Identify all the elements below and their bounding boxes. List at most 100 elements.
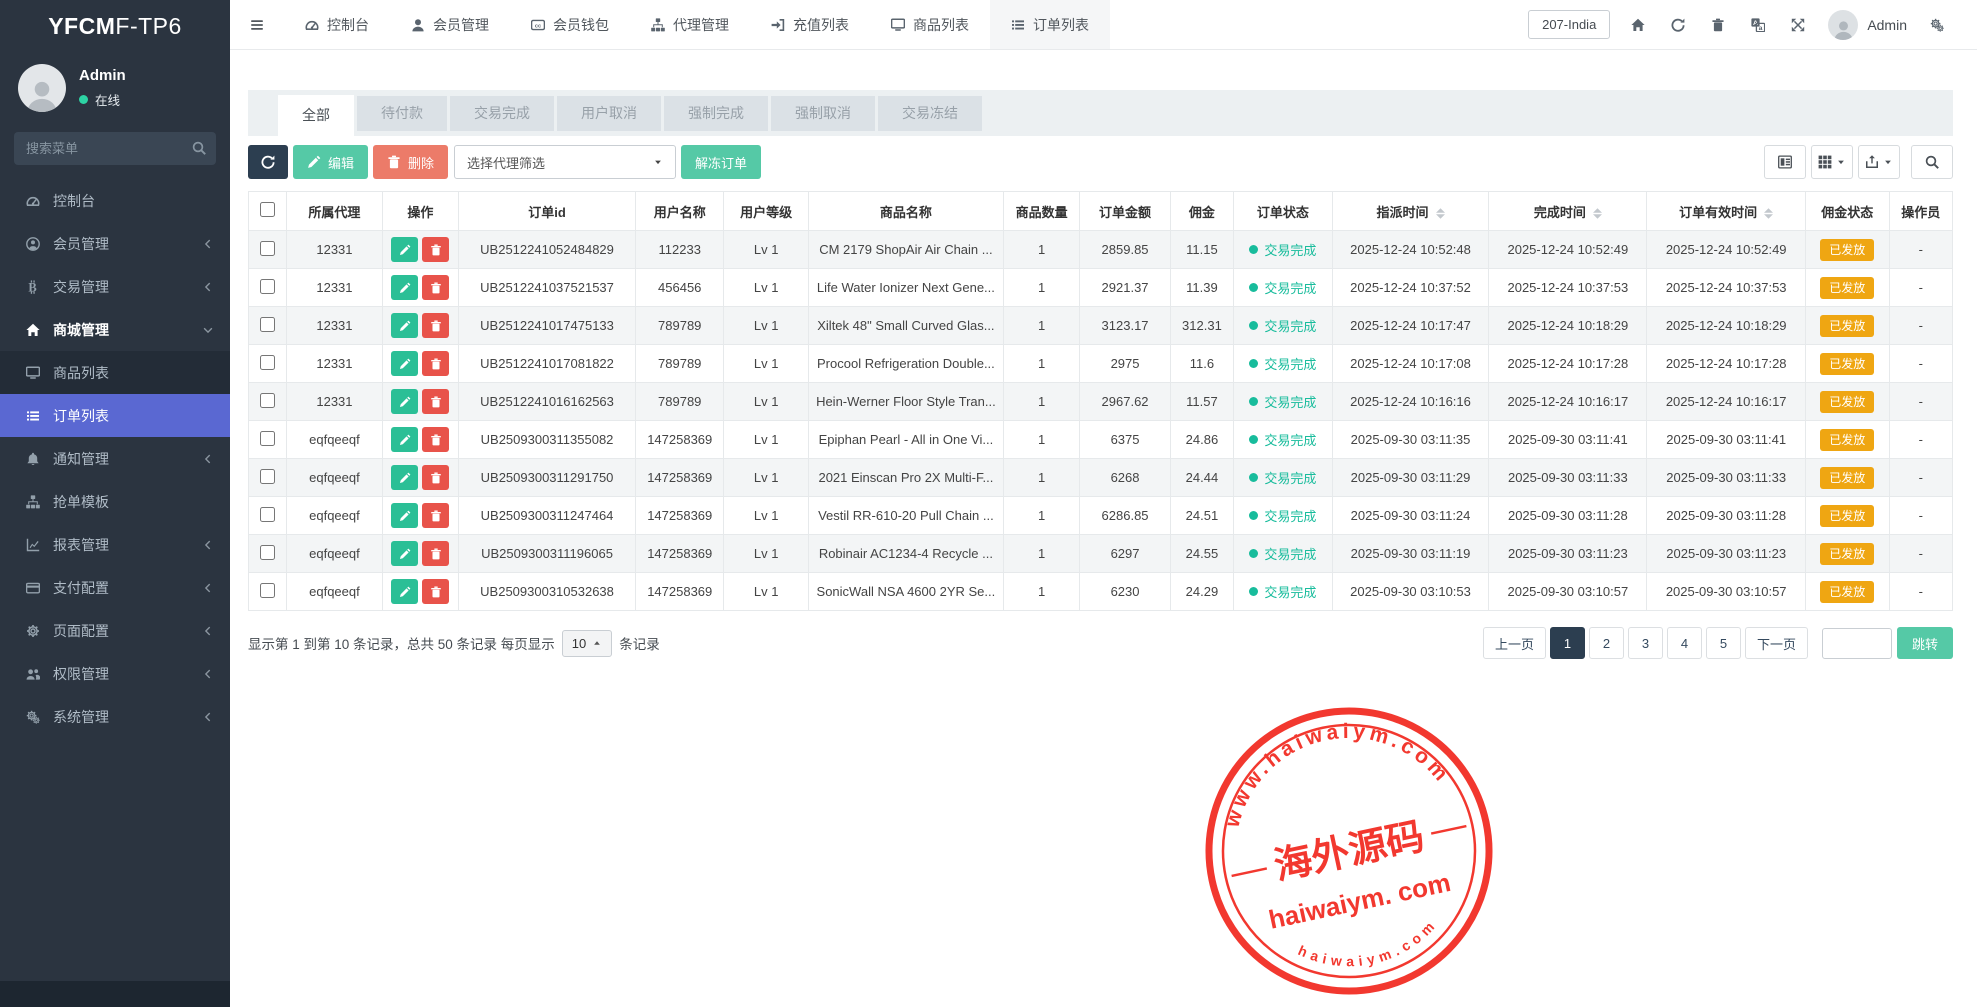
language-button[interactable]: Aa — [1738, 0, 1778, 49]
row-edit-button[interactable] — [391, 389, 418, 414]
topnav-item-order-list[interactable]: 订单列表 — [990, 0, 1110, 49]
row-edit-button[interactable] — [391, 579, 418, 604]
page-size-select[interactable]: 10 — [562, 630, 612, 657]
sidebar-item-mall-mgmt[interactable]: 商城管理 — [0, 308, 230, 351]
topnav-item-recharge-list[interactable]: 充值列表 — [750, 0, 870, 49]
row-checkbox[interactable] — [260, 279, 275, 294]
sidebar-item-order-list[interactable]: 订单列表 — [0, 394, 230, 437]
row-edit-button[interactable] — [391, 503, 418, 528]
unfreeze-button-label: 解冻订单 — [695, 153, 747, 172]
column-header-valid_at[interactable]: 订单有效时间 — [1647, 192, 1806, 231]
user-menu[interactable]: Admin — [1818, 10, 1917, 40]
prev-page-button[interactable]: 上一页 — [1483, 627, 1546, 659]
row-checkbox[interactable] — [260, 393, 275, 408]
toggle-view-button[interactable] — [1764, 145, 1806, 179]
row-delete-button[interactable] — [422, 541, 449, 566]
row-edit-button[interactable] — [391, 541, 418, 566]
agent-filter-select[interactable]: 选择代理筛选 — [454, 145, 676, 179]
tab-user-cancel[interactable]: 用户取消 — [557, 96, 661, 131]
cell-order_id: UB2509300311355082 — [459, 421, 636, 459]
topnav-item-member-wallet[interactable]: cc会员钱包 — [510, 0, 630, 49]
sidebar-search-input[interactable] — [14, 132, 216, 165]
settings-button[interactable] — [1917, 0, 1957, 49]
export-button[interactable] — [1858, 145, 1900, 179]
tab-force-complete[interactable]: 强制完成 — [664, 96, 768, 131]
row-delete-button[interactable] — [422, 275, 449, 300]
sidebar-toggle-button[interactable] — [230, 0, 284, 49]
row-checkbox[interactable] — [260, 507, 275, 522]
row-checkbox[interactable] — [260, 355, 275, 370]
page-button-5[interactable]: 5 — [1706, 627, 1741, 659]
topnav-item-product-list[interactable]: 商品列表 — [870, 0, 990, 49]
sidebar-item-report-mgmt[interactable]: 报表管理 — [0, 523, 230, 566]
row-edit-button[interactable] — [391, 465, 418, 490]
topnav-item-console[interactable]: 控制台 — [284, 0, 390, 49]
chevron-down-icon — [202, 324, 214, 336]
sidebar-item-trade-mgmt[interactable]: B交易管理 — [0, 265, 230, 308]
cell-product: SonicWall NSA 4600 2YR Se... — [808, 573, 1003, 611]
edit-button[interactable]: 编辑 — [293, 145, 368, 179]
row-delete-button[interactable] — [422, 427, 449, 452]
row-checkbox[interactable] — [260, 545, 275, 560]
sidebar-item-permission-mgmt[interactable]: 权限管理 — [0, 652, 230, 695]
row-edit-button[interactable] — [391, 313, 418, 338]
refresh-button[interactable] — [1658, 0, 1698, 49]
row-checkbox[interactable] — [260, 583, 275, 598]
row-checkbox[interactable] — [260, 241, 275, 256]
refresh-table-button[interactable] — [248, 145, 288, 179]
tab-trade-complete[interactable]: 交易完成 — [450, 96, 554, 131]
jump-page-input[interactable] — [1822, 628, 1892, 659]
tab-pending-payment[interactable]: 待付款 — [357, 96, 447, 131]
row-delete-button[interactable] — [422, 351, 449, 376]
cell-order_id: UB2509300311291750 — [459, 459, 636, 497]
column-header-assigned_at[interactable]: 指派时间 — [1332, 192, 1489, 231]
topnav-item-member-mgmt[interactable]: 会员管理 — [390, 0, 510, 49]
jump-button[interactable]: 跳转 — [1897, 627, 1953, 659]
select-all-checkbox[interactable] — [260, 202, 275, 217]
next-page-button[interactable]: 下一页 — [1745, 627, 1808, 659]
table-search-button[interactable] — [1911, 145, 1953, 179]
row-delete-button[interactable] — [422, 313, 449, 338]
row-select-cell — [249, 573, 287, 611]
sidebar-item-system-mgmt[interactable]: 系统管理 — [0, 695, 230, 738]
row-delete-button[interactable] — [422, 503, 449, 528]
region-button[interactable]: 207-India — [1528, 10, 1610, 39]
sidebar-item-console[interactable]: 控制台 — [0, 179, 230, 222]
row-checkbox[interactable] — [260, 469, 275, 484]
row-checkbox[interactable] — [260, 317, 275, 332]
row-delete-button[interactable] — [422, 237, 449, 262]
cell-valid_at: 2025-12-24 10:52:49 — [1647, 231, 1806, 269]
columns-button[interactable] — [1811, 145, 1853, 179]
sidebar-item-grab-template[interactable]: 抢单模板 — [0, 480, 230, 523]
page-button-2[interactable]: 2 — [1589, 627, 1624, 659]
tab-all[interactable]: 全部 — [278, 95, 354, 136]
row-edit-button[interactable] — [391, 237, 418, 262]
sidebar-item-notice-mgmt[interactable]: 通知管理 — [0, 437, 230, 480]
sidebar-item-page-config[interactable]: 页面配置 — [0, 609, 230, 652]
column-header-completed_at[interactable]: 完成时间 — [1489, 192, 1647, 231]
delete-button[interactable]: 删除 — [373, 145, 448, 179]
tab-trade-frozen[interactable]: 交易冻结 — [878, 96, 982, 131]
row-delete-button[interactable] — [422, 389, 449, 414]
clear-cache-button[interactable] — [1698, 0, 1738, 49]
sidebar-item-payment-config[interactable]: 支付配置 — [0, 566, 230, 609]
topnav-item-agent-mgmt[interactable]: 代理管理 — [630, 0, 750, 49]
sidebar-item-product-list[interactable]: 商品列表 — [0, 351, 230, 394]
row-delete-button[interactable] — [422, 465, 449, 490]
fullscreen-button[interactable] — [1778, 0, 1818, 49]
sidebar-item-member-mgmt[interactable]: 会员管理 — [0, 222, 230, 265]
page-button-1[interactable]: 1 — [1550, 627, 1585, 659]
row-edit-button[interactable] — [391, 351, 418, 376]
row-edit-button[interactable] — [391, 427, 418, 452]
page-button-4[interactable]: 4 — [1667, 627, 1702, 659]
row-checkbox[interactable] — [260, 431, 275, 446]
row-select-cell — [249, 269, 287, 307]
row-delete-button[interactable] — [422, 579, 449, 604]
home-button[interactable] — [1618, 0, 1658, 49]
row-edit-button[interactable] — [391, 275, 418, 300]
cell-completed_at: 2025-12-24 10:18:29 — [1489, 307, 1647, 345]
page-button-3[interactable]: 3 — [1628, 627, 1663, 659]
unfreeze-order-button[interactable]: 解冻订单 — [681, 145, 761, 179]
tab-force-cancel[interactable]: 强制取消 — [771, 96, 875, 131]
topbar: 控制台会员管理cc会员钱包代理管理充值列表商品列表订单列表 207-India … — [230, 0, 1977, 50]
